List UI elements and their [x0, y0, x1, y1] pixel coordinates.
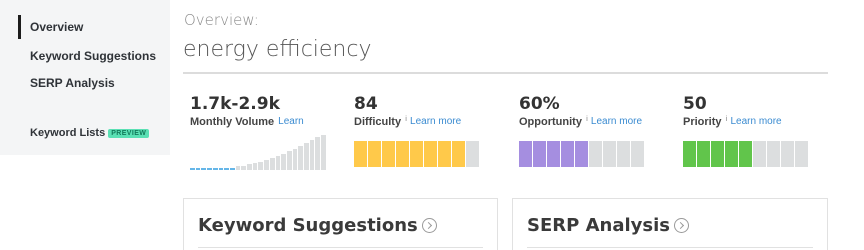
volume-bar — [247, 164, 252, 170]
difficulty-info-icon[interactable]: i — [405, 116, 407, 124]
meter-segment — [368, 141, 381, 167]
keyword-lists-label: Keyword Lists — [30, 127, 106, 139]
meter-segment — [603, 141, 616, 167]
metric-priority: 50 Priority i Learn more — [683, 94, 782, 128]
meter-segment — [711, 141, 724, 167]
overview-label: Overview: — [184, 11, 259, 29]
meter-segment — [438, 141, 451, 167]
volume-bar — [275, 156, 281, 170]
meter-segment — [739, 141, 752, 167]
meter-segment — [725, 141, 738, 167]
volume-bar — [315, 137, 321, 170]
volume-bar — [212, 168, 218, 170]
difficulty-label: Difficulty — [354, 116, 402, 128]
keyword-suggestions-card-title[interactable]: Keyword Suggestions — [198, 215, 437, 236]
monthly-volume-label: Monthly Volume — [190, 116, 275, 128]
header-divider — [183, 72, 828, 74]
volume-bar — [252, 163, 258, 170]
opportunity-label: Opportunity — [519, 116, 582, 128]
volume-bar — [298, 146, 304, 170]
card-divider — [198, 247, 483, 248]
meter-segment — [519, 141, 532, 167]
volume-bar — [201, 168, 207, 170]
monthly-volume-chart — [190, 133, 326, 170]
card-divider — [527, 247, 813, 248]
volume-bar — [218, 168, 224, 170]
preview-badge: PREVIEW — [108, 129, 150, 138]
meter-segment — [589, 141, 602, 167]
meter-segment — [631, 141, 644, 167]
meter-segment — [424, 141, 437, 167]
meter-segment — [753, 141, 766, 167]
meter-segment — [767, 141, 780, 167]
meter-segment — [561, 141, 574, 167]
volume-bar — [264, 160, 269, 170]
sidebar-item-overview[interactable]: Overview — [18, 15, 83, 39]
priority-info-icon[interactable]: i — [726, 116, 728, 124]
volume-bar — [224, 168, 229, 170]
serp-analysis-card-title[interactable]: SERP Analysis — [527, 215, 689, 236]
opportunity-info-icon[interactable]: i — [586, 116, 588, 124]
volume-bar — [286, 151, 292, 170]
meter-segment — [683, 141, 696, 167]
meter-segment — [533, 141, 546, 167]
meter-segment — [452, 141, 465, 167]
opportunity-learn-more-link[interactable]: Learn more — [591, 116, 642, 127]
difficulty-meter — [354, 141, 479, 167]
volume-bar — [229, 168, 235, 170]
meter-segment — [617, 141, 630, 167]
meter-segment — [795, 141, 808, 167]
meter-segment — [547, 141, 560, 167]
volume-bar — [195, 168, 201, 170]
difficulty-learn-more-link[interactable]: Learn more — [410, 116, 461, 127]
priority-meter — [683, 141, 808, 167]
volume-bar — [269, 158, 275, 170]
opportunity-value: 60% — [519, 94, 560, 114]
monthly-volume-learn-link[interactable]: Learn — [278, 116, 304, 127]
keyword-suggestions-card: Keyword Suggestions — [183, 198, 498, 250]
volume-bar — [258, 162, 264, 170]
meter-segment — [410, 141, 423, 167]
volume-bar — [304, 143, 309, 170]
priority-value: 50 — [683, 94, 707, 114]
sidebar-item-keyword-lists[interactable]: Keyword Lists PREVIEW — [18, 127, 150, 139]
volume-bar — [309, 140, 315, 170]
opportunity-meter — [519, 141, 644, 167]
page-title: energy efficiency — [183, 37, 372, 62]
keyword-suggestions-card-label: Keyword Suggestions — [198, 215, 418, 236]
meter-segment — [781, 141, 794, 167]
metric-difficulty: 84 Difficulty i Learn more — [354, 94, 461, 128]
chevron-right-circle-icon[interactable] — [673, 218, 689, 233]
serp-analysis-card-label: SERP Analysis — [527, 215, 670, 236]
serp-analysis-card: SERP Analysis — [512, 198, 828, 250]
sidebar-item-keyword-suggestions[interactable]: Keyword Suggestions — [18, 49, 156, 63]
priority-label: Priority — [683, 116, 722, 128]
meter-segment — [697, 141, 710, 167]
sidebar: Overview Keyword Suggestions SERP Analys… — [0, 0, 170, 155]
meter-segment — [382, 141, 395, 167]
volume-bar — [190, 168, 195, 170]
volume-bar — [207, 168, 212, 170]
metric-monthly-volume: 1.7k-2.9k Monthly Volume Learn — [190, 94, 304, 128]
monthly-volume-value: 1.7k-2.9k — [190, 94, 280, 114]
meter-segment — [575, 141, 588, 167]
volume-bar — [241, 166, 247, 170]
meter-segment — [396, 141, 409, 167]
priority-learn-more-link[interactable]: Learn more — [730, 116, 781, 127]
chevron-right-circle-icon[interactable] — [421, 218, 437, 233]
meter-segment — [354, 141, 367, 167]
volume-bar — [281, 154, 286, 170]
metric-opportunity: 60% Opportunity i Learn more — [519, 94, 642, 128]
volume-bar — [235, 166, 241, 170]
volume-bar — [292, 149, 298, 170]
difficulty-value: 84 — [354, 94, 378, 114]
volume-bar — [321, 135, 326, 170]
sidebar-item-serp-analysis[interactable]: SERP Analysis — [18, 76, 115, 90]
meter-segment — [466, 141, 479, 167]
